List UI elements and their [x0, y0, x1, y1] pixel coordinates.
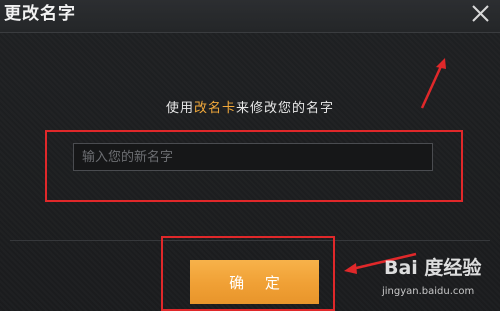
divider — [10, 240, 490, 241]
prompt-suffix: 来修改您的名字 — [236, 101, 335, 116]
rename-dialog: 更改名字 使用改名卡来修改您的名字 确 定 — [0, 0, 500, 311]
close-icon — [472, 5, 489, 22]
rename-card-highlight: 改名卡 — [193, 101, 236, 116]
prompt-prefix: 使用 — [165, 101, 194, 116]
close-button[interactable] — [468, 2, 492, 26]
dialog-titlebar: 更改名字 — [0, 0, 500, 33]
dialog-title: 更改名字 — [4, 4, 76, 24]
rename-prompt: 使用改名卡来修改您的名字 — [0, 100, 500, 118]
new-name-input[interactable] — [73, 143, 433, 171]
confirm-button[interactable]: 确 定 — [190, 260, 319, 304]
